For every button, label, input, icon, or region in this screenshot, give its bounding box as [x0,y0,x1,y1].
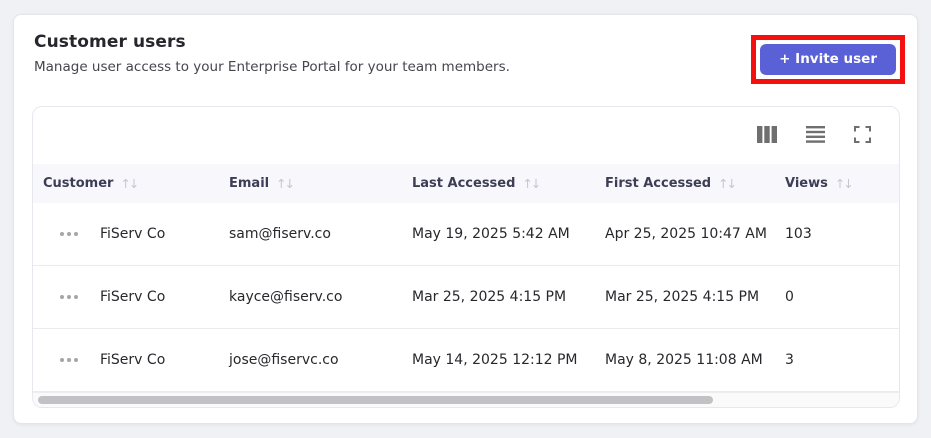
table-row: FiServ Co kayce@fiserv.co Mar 25, 2025 4… [33,266,899,329]
card-header: Customer users Manage user access to you… [14,15,917,84]
header-label: Last Accessed [412,176,516,191]
row-density-button[interactable] [804,124,827,148]
cell-customer: FiServ Co [33,352,219,368]
title-block: Customer users Manage user access to you… [34,32,510,75]
cell-email: sam@fiserv.co [229,226,331,242]
row-density-icon [806,125,825,146]
cell-email: kayce@fiserv.co [229,289,343,305]
header-cell-email[interactable]: Email ↑↓ [219,176,402,191]
customer-users-card: Customer users Manage user access to you… [13,14,918,424]
column-visibility-icon [757,125,777,146]
cell-views: 3 [785,352,794,368]
page: { "card": { "title": "Customer users", "… [0,0,931,438]
table-row: FiServ Co jose@fiservc.co May 14, 2025 1… [33,329,899,392]
users-table-container: Customer ↑↓ Email ↑↓ Last Accessed ↑↓ Fi… [32,106,900,408]
sort-icon[interactable]: ↑↓ [522,176,541,191]
cell-last-accessed: May 19, 2025 5:42 AM [412,226,570,242]
sort-icon[interactable]: ↑↓ [120,176,139,191]
header-label: First Accessed [605,176,712,191]
row-menu-button[interactable] [60,228,78,240]
cell-customer: FiServ Co [33,289,219,305]
header-cell-views[interactable]: Views ↑↓ [775,176,899,191]
customer-name: FiServ Co [100,289,166,305]
fullscreen-icon [854,125,871,146]
sort-icon[interactable]: ↑↓ [835,176,854,191]
horizontal-scrollbar[interactable] [33,392,899,407]
table-header-row: Customer ↑↓ Email ↑↓ Last Accessed ↑↓ Fi… [33,164,899,203]
cell-first-accessed: May 8, 2025 11:08 AM [605,352,763,368]
customer-name: FiServ Co [100,352,166,368]
column-visibility-button[interactable] [755,124,779,148]
header-cell-customer[interactable]: Customer ↑↓ [33,176,219,191]
header-label: Email [229,176,270,191]
page-title: Customer users [34,32,186,52]
scrollbar-thumb[interactable] [38,396,714,404]
sort-icon[interactable]: ↑↓ [718,176,737,191]
page-subtitle: Manage user access to your Enterprise Po… [34,59,510,75]
sort-icon[interactable]: ↑↓ [276,176,295,191]
row-menu-button[interactable] [60,291,78,303]
cell-last-accessed: May 14, 2025 12:12 PM [412,352,578,368]
invite-user-button[interactable]: + Invite user [760,44,896,75]
cell-first-accessed: Apr 25, 2025 10:47 AM [605,226,767,242]
annotation-highlight: + Invite user [751,35,905,84]
row-menu-button[interactable] [60,354,78,366]
header-cell-last-accessed[interactable]: Last Accessed ↑↓ [402,176,595,191]
cell-customer: FiServ Co [33,226,219,242]
cell-views: 0 [785,289,794,305]
header-label: Views [785,176,828,191]
fullscreen-button[interactable] [852,124,873,148]
header-label: Customer [43,176,114,191]
cell-last-accessed: Mar 25, 2025 4:15 PM [412,289,567,305]
table-row: FiServ Co sam@fiserv.co May 19, 2025 5:4… [33,203,899,266]
customer-name: FiServ Co [100,226,166,242]
cell-email: jose@fiservc.co [229,352,339,368]
cell-views: 103 [785,226,812,242]
header-cell-first-accessed[interactable]: First Accessed ↑↓ [595,176,775,191]
table-toolbar [33,107,899,164]
cell-first-accessed: Mar 25, 2025 4:15 PM [605,289,760,305]
